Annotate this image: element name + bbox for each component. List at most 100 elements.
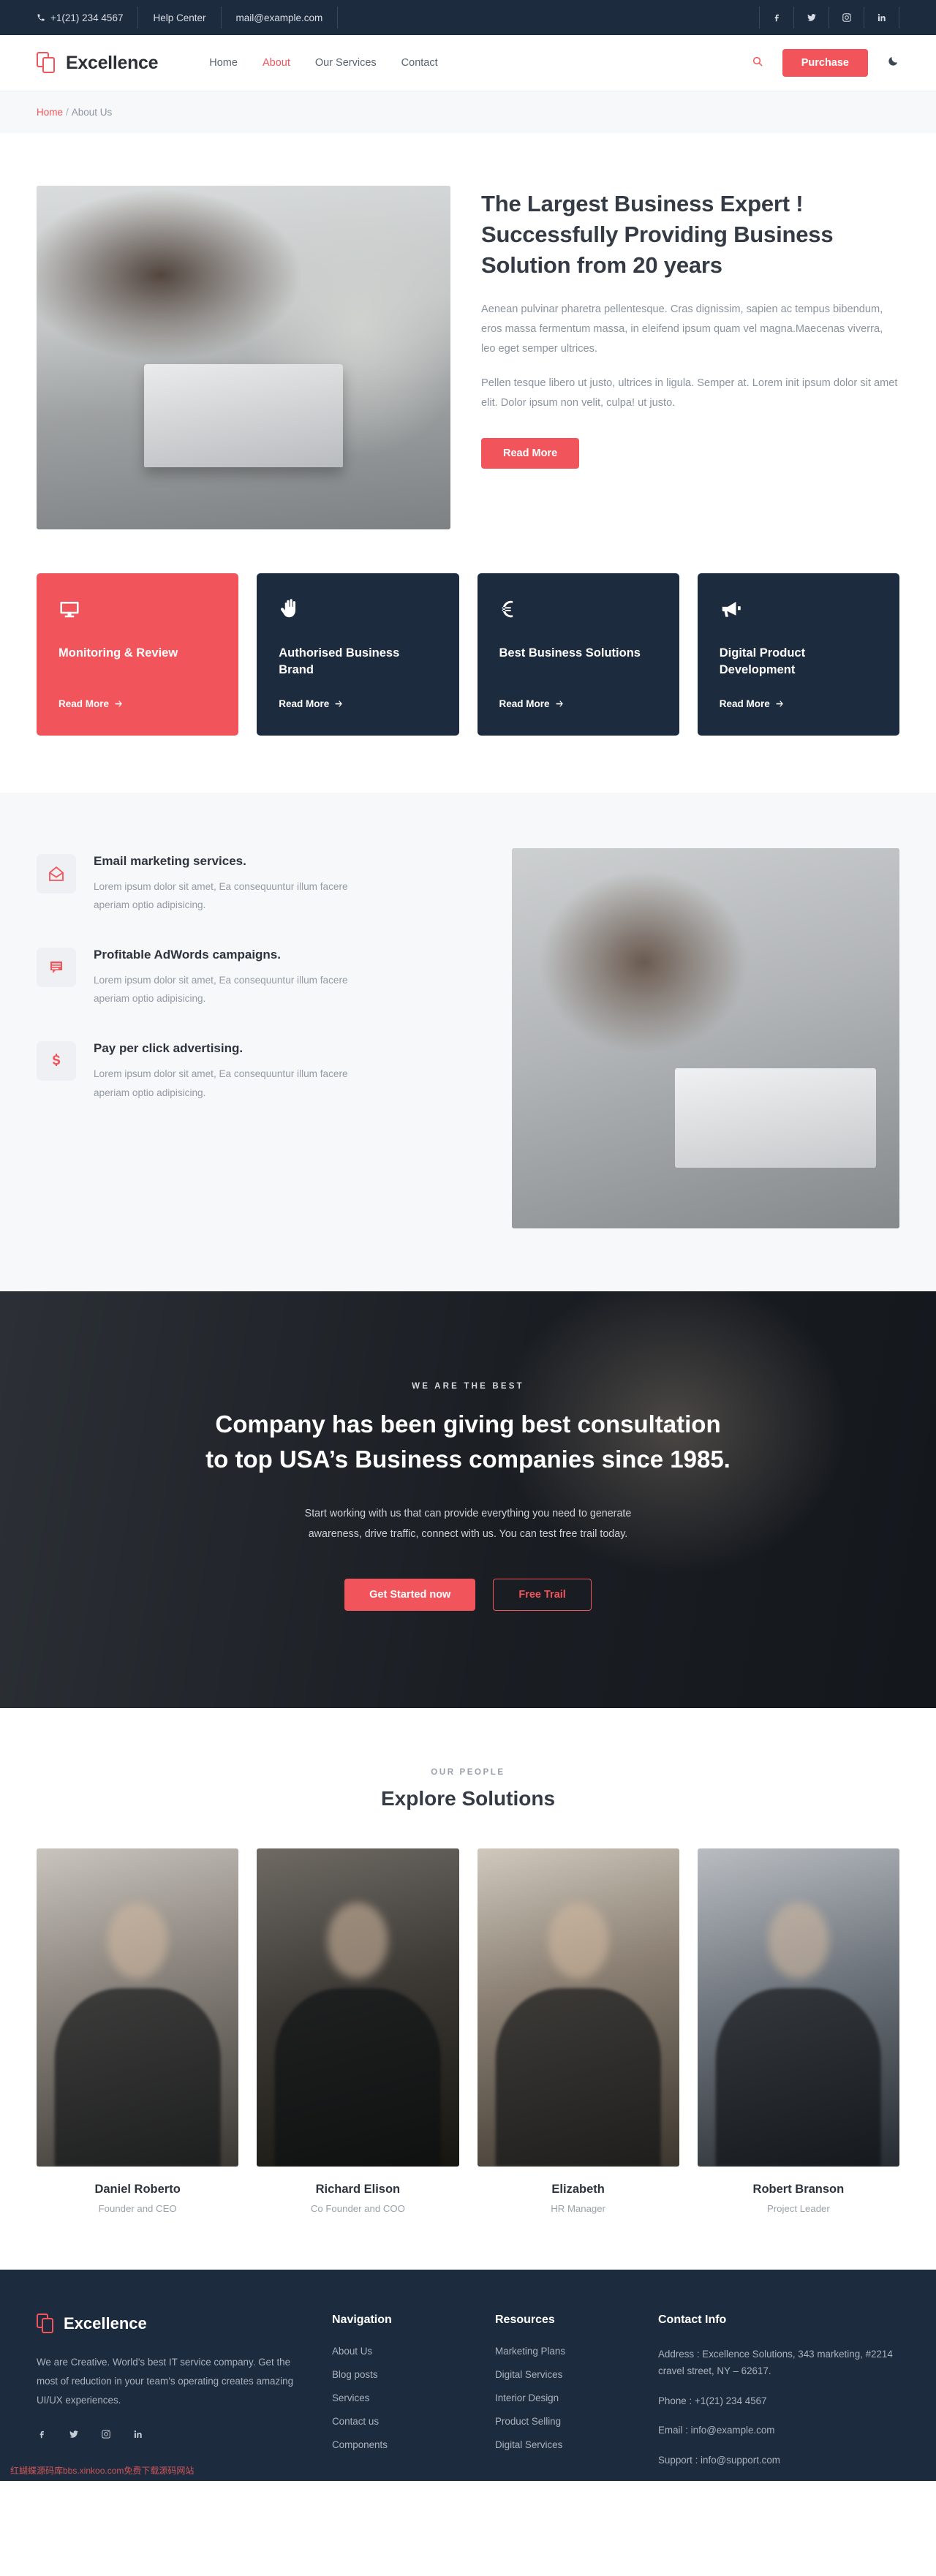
dark-mode-toggle-icon[interactable] bbox=[887, 55, 899, 71]
footer-resource-item[interactable]: Interior Design bbox=[495, 2392, 626, 2403]
footer-resource-item[interactable]: Product Selling bbox=[495, 2416, 626, 2427]
team-member-role: Founder and CEO bbox=[98, 2202, 177, 2214]
monitor-icon bbox=[58, 598, 216, 629]
get-started-button[interactable]: Get Started now bbox=[344, 1578, 476, 1611]
cta-heading-line-2: to top USA’s Business companies since 19… bbox=[205, 1445, 731, 1473]
team-member-photo bbox=[477, 1848, 679, 2167]
header-actions: Purchase bbox=[752, 49, 899, 77]
twitter-icon[interactable] bbox=[794, 7, 829, 29]
facebook-icon[interactable] bbox=[37, 2429, 47, 2443]
arrow-right-icon bbox=[115, 700, 122, 707]
service-card-authorised-brand[interactable]: Authorised Business Brand Read More bbox=[257, 573, 459, 736]
nav-item-about[interactable]: About bbox=[263, 57, 290, 69]
read-more-label: Read More bbox=[58, 698, 110, 709]
topbar-phone[interactable]: +1(21) 234 4567 bbox=[37, 7, 139, 29]
breadcrumb-home[interactable]: Home bbox=[37, 107, 63, 118]
team-member-role: Co Founder and COO bbox=[310, 2202, 405, 2214]
features-list: Email marketing services. Lorem ipsum do… bbox=[37, 848, 475, 1102]
hand-icon bbox=[279, 598, 437, 629]
team-member[interactable]: Robert Branson Project Leader bbox=[697, 1848, 899, 2214]
footer-resource-item[interactable]: Marketing Plans bbox=[495, 2346, 626, 2357]
footer-nav-item[interactable]: Components bbox=[332, 2439, 463, 2450]
footer-nav-item[interactable]: About Us bbox=[332, 2346, 463, 2357]
brand-logo[interactable]: Excellence bbox=[37, 52, 159, 74]
topbar-social-group bbox=[759, 0, 899, 35]
nav-item-home[interactable]: Home bbox=[209, 57, 238, 69]
team-member[interactable]: Richard Elison Co Founder and COO bbox=[257, 1848, 459, 2214]
feature-ppc: Pay per click advertising. Lorem ipsum d… bbox=[37, 1041, 475, 1101]
arrow-right-icon bbox=[556, 700, 563, 707]
service-card-monitoring[interactable]: Monitoring & Review Read More bbox=[37, 573, 239, 736]
service-card-read-more[interactable]: Read More bbox=[58, 698, 216, 709]
hero-section: The Largest Business Expert ! Successful… bbox=[0, 133, 936, 529]
page-root: +1(21) 234 4567 Help Center mail@example… bbox=[0, 0, 936, 2482]
instagram-icon[interactable] bbox=[829, 7, 864, 29]
service-card-title: Best Business Solutions bbox=[499, 646, 641, 660]
arrow-right-icon bbox=[776, 700, 783, 707]
site-footer: Excellence We are Creative. World’s best… bbox=[0, 2269, 936, 2482]
cta-subtext-line-1: Start working with us that can provide e… bbox=[304, 1507, 632, 1519]
hero-image bbox=[37, 186, 450, 529]
footer-about-text: We are Creative. World’s best IT service… bbox=[37, 2356, 294, 2406]
hero-title: The Largest Business Expert ! Successful… bbox=[481, 191, 834, 279]
footer-navigation-column: Navigation About Us Blog posts Services … bbox=[332, 2314, 463, 2481]
feature-text: Lorem ipsum dolor sit amet, Ea consequun… bbox=[94, 975, 348, 1005]
footer-resource-item[interactable]: Digital Services bbox=[495, 2439, 626, 2450]
topbar-phone-text: +1(21) 234 4567 bbox=[50, 12, 124, 23]
main-header: Excellence Home About Our Services Conta… bbox=[0, 35, 936, 91]
cta-kicker: WE ARE THE BEST bbox=[412, 1381, 524, 1391]
team-member-name: Daniel Roberto bbox=[94, 2182, 181, 2196]
read-more-label: Read More bbox=[499, 698, 550, 709]
topbar-help-center[interactable]: Help Center bbox=[138, 7, 222, 29]
free-trail-button[interactable]: Free Trail bbox=[493, 1578, 592, 1611]
footer-social-group bbox=[37, 2429, 300, 2443]
top-utility-bar: +1(21) 234 4567 Help Center mail@example… bbox=[0, 0, 936, 35]
search-icon[interactable] bbox=[752, 56, 763, 71]
twitter-icon[interactable] bbox=[69, 2429, 79, 2443]
chat-lines-icon bbox=[37, 948, 76, 988]
service-card-read-more[interactable]: Read More bbox=[499, 698, 657, 709]
team-member-photo bbox=[697, 1848, 899, 2167]
breadcrumb: Home / About Us bbox=[37, 107, 899, 118]
hero-read-more-button[interactable]: Read More bbox=[481, 438, 580, 469]
brand-name: Excellence bbox=[66, 52, 159, 73]
read-more-label: Read More bbox=[279, 698, 330, 709]
footer-phone[interactable]: Phone : +1(21) 234 4567 bbox=[658, 2392, 899, 2409]
hero-paragraph-1: Aenean pulvinar pharetra pellentesque. C… bbox=[481, 303, 883, 355]
footer-nav-item[interactable]: Contact us bbox=[332, 2416, 463, 2427]
nav-item-our-services[interactable]: Our Services bbox=[315, 57, 377, 69]
hero-paragraph-2: Pellen tesque libero ut justo, ultrices … bbox=[481, 377, 898, 409]
linkedin-icon[interactable] bbox=[133, 2429, 143, 2443]
linkedin-icon[interactable] bbox=[864, 7, 899, 29]
instagram-icon[interactable] bbox=[101, 2429, 111, 2443]
service-card-read-more[interactable]: Read More bbox=[720, 698, 878, 709]
footer-nav-item[interactable]: Services bbox=[332, 2392, 463, 2403]
service-card-read-more[interactable]: Read More bbox=[279, 698, 437, 709]
breadcrumb-bar: Home / About Us bbox=[0, 91, 936, 133]
nav-item-contact[interactable]: Contact bbox=[401, 57, 438, 69]
footer-brand-block: Excellence We are Creative. World’s best… bbox=[37, 2313, 300, 2481]
service-card-best-solutions[interactable]: Best Business Solutions Read More bbox=[477, 573, 679, 736]
service-card-digital-product[interactable]: Digital Product Development Read More bbox=[697, 573, 899, 736]
cta-banner-section: WE ARE THE BEST Company has been giving … bbox=[0, 1291, 936, 1708]
footer-email[interactable]: Email : info@example.com bbox=[658, 2422, 899, 2439]
cta-subtext: Start working with us that can provide e… bbox=[0, 1503, 936, 1545]
team-grid: Daniel Roberto Founder and CEO Richard E… bbox=[37, 1848, 899, 2214]
purchase-button[interactable]: Purchase bbox=[782, 49, 868, 77]
cta-subtext-line-2: awareness, drive traffic, connect with u… bbox=[308, 1528, 628, 1541]
footer-nav-item[interactable]: Blog posts bbox=[332, 2369, 463, 2380]
feature-text: Lorem ipsum dolor sit amet, Ea consequun… bbox=[94, 1068, 348, 1098]
facebook-icon[interactable] bbox=[759, 7, 794, 29]
footer-resource-item[interactable]: Digital Services bbox=[495, 2369, 626, 2380]
phone-icon bbox=[37, 14, 45, 21]
topbar-email[interactable]: mail@example.com bbox=[222, 7, 339, 29]
footer-logo[interactable]: Excellence bbox=[37, 2313, 300, 2334]
feature-text: Lorem ipsum dolor sit amet, Ea consequun… bbox=[94, 880, 348, 910]
team-member-name: Elizabeth bbox=[551, 2182, 605, 2196]
footer-support[interactable]: Support : info@support.com bbox=[658, 2452, 899, 2469]
team-member[interactable]: Daniel Roberto Founder and CEO bbox=[37, 1848, 239, 2214]
read-more-label: Read More bbox=[719, 698, 770, 709]
breadcrumb-current: About Us bbox=[71, 107, 113, 118]
team-member[interactable]: Elizabeth HR Manager bbox=[477, 1848, 679, 2214]
team-title: Explore Solutions bbox=[380, 1786, 556, 1810]
